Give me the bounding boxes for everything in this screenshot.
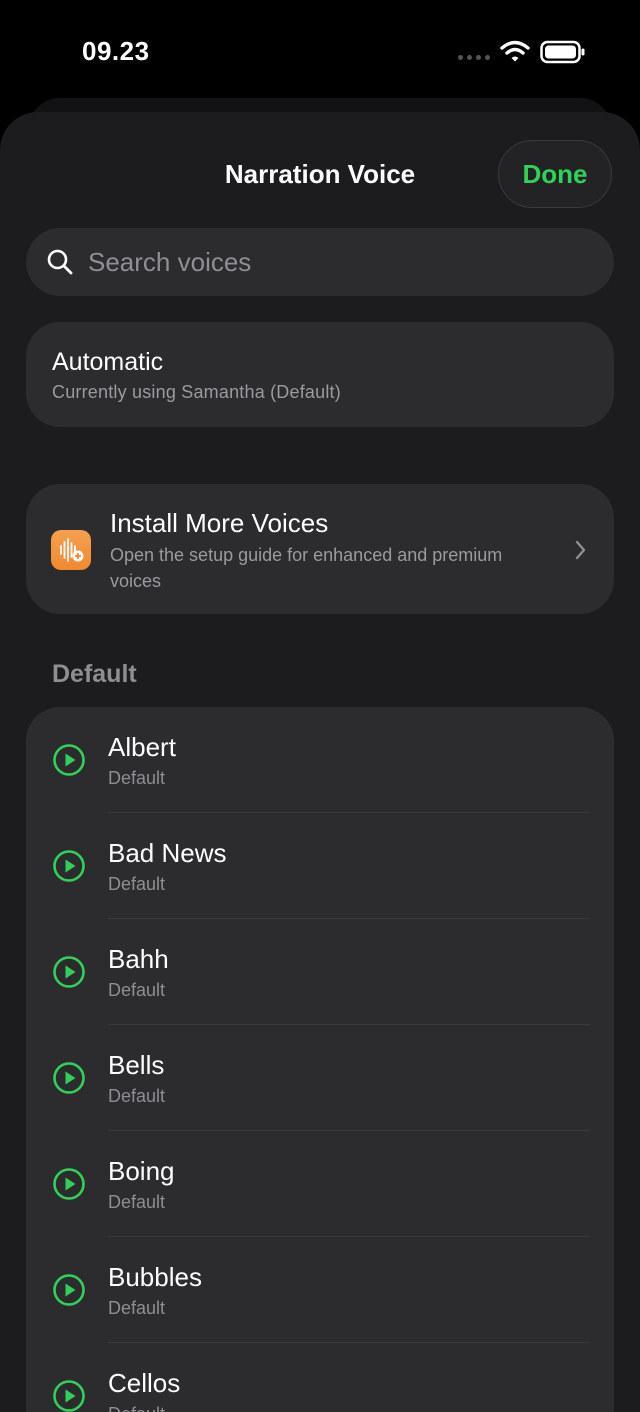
voice-row[interactable]: Bad News Default — [26, 813, 614, 919]
section-header-default: Default — [52, 660, 137, 688]
play-circle-icon[interactable] — [52, 1379, 86, 1412]
waveform-plus-icon — [51, 530, 91, 570]
voice-category: Default — [108, 768, 166, 788]
status-time: 09.23 — [82, 36, 150, 66]
wifi-icon — [500, 40, 530, 62]
voice-row[interactable]: Boing Default — [26, 1131, 614, 1237]
battery-icon — [540, 40, 585, 64]
install-more-voices-button[interactable]: Install More Voices Open the setup guide… — [26, 484, 614, 614]
voice-row[interactable]: Bubbles Default — [26, 1237, 614, 1343]
voice-name: Bahh — [108, 944, 169, 974]
narration-voice-sheet: Narration Voice Done Automatic Currently… — [0, 112, 640, 1412]
play-circle-icon[interactable] — [52, 743, 86, 777]
voice-category: Default — [108, 1086, 166, 1106]
dynamic-island — [222, 22, 418, 80]
voice-list: Albert Default Bad News Default Bahh Def… — [26, 707, 614, 1412]
voice-name: Albert — [108, 732, 176, 762]
voice-category: Default — [108, 1298, 166, 1318]
cellular-signal-icon — [458, 55, 490, 61]
search-bar[interactable] — [26, 228, 614, 296]
search-icon — [47, 249, 73, 275]
play-circle-icon[interactable] — [52, 1273, 86, 1307]
done-button[interactable]: Done — [498, 140, 612, 208]
voice-row[interactable]: Cellos Default — [26, 1343, 614, 1412]
voice-row[interactable]: Bahh Default — [26, 919, 614, 1025]
automatic-voice-option[interactable]: Automatic Currently using Samantha (Defa… — [26, 322, 614, 427]
play-circle-icon[interactable] — [52, 849, 86, 883]
voice-category: Default — [108, 980, 166, 1000]
voice-category: Default — [108, 874, 166, 894]
voice-name: Cellos — [108, 1368, 181, 1398]
install-subtitle: Open the setup guide for enhanced and pr… — [110, 545, 503, 591]
install-title: Install More Voices — [110, 508, 329, 538]
voice-category: Default — [108, 1404, 165, 1412]
voice-row[interactable]: Albert Default — [26, 707, 614, 813]
play-circle-icon[interactable] — [52, 1061, 86, 1095]
voice-row[interactable]: Bells Default — [26, 1025, 614, 1131]
play-circle-icon[interactable] — [52, 955, 86, 989]
search-input[interactable] — [88, 228, 588, 296]
voice-name: Bad News — [108, 838, 227, 868]
play-circle-icon[interactable] — [52, 1167, 86, 1201]
chevron-right-icon — [575, 540, 586, 560]
voice-name: Boing — [108, 1156, 175, 1186]
status-bar: 09.23 — [0, 0, 640, 100]
voice-name: Bells — [108, 1050, 165, 1080]
automatic-subtitle: Currently using Samantha (Default) — [52, 382, 341, 402]
voice-name: Bubbles — [108, 1262, 202, 1292]
voice-category: Default — [108, 1192, 166, 1212]
automatic-title: Automatic — [52, 348, 164, 376]
